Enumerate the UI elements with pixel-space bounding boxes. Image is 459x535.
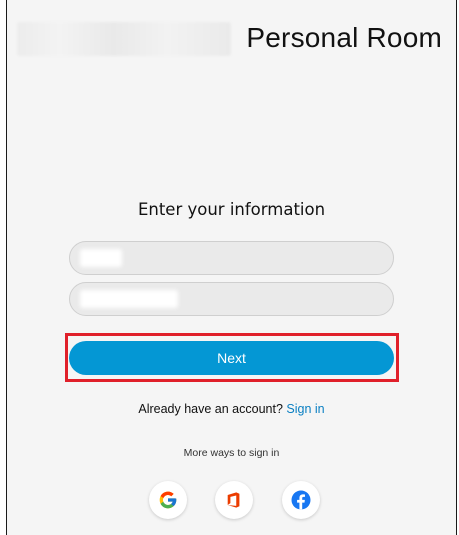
facebook-icon <box>291 490 311 510</box>
form-heading: Enter your information <box>137 200 326 219</box>
google-sign-in-button[interactable] <box>149 481 187 519</box>
office-icon <box>225 491 243 509</box>
header: Personal Room <box>7 0 456 78</box>
next-button[interactable]: Next <box>69 341 394 375</box>
google-icon <box>158 490 178 510</box>
page-title: Personal Room <box>246 22 442 53</box>
facebook-sign-in-button[interactable] <box>282 481 320 519</box>
existing-account-prompt: Already have an account? Sign in <box>7 402 456 416</box>
sign-in-link[interactable]: Sign in <box>286 402 324 416</box>
email-field[interactable] <box>69 282 394 316</box>
sign-in-window: Personal Room Enter your information Nex… <box>6 0 457 535</box>
name-input[interactable] <box>70 242 393 274</box>
more-ways-label: More ways to sign in <box>183 447 280 459</box>
email-input[interactable] <box>70 283 393 315</box>
office-sign-in-button[interactable] <box>215 481 253 519</box>
name-field[interactable] <box>69 241 394 275</box>
existing-account-text: Already have an account? <box>138 402 283 416</box>
redacted-host-name <box>17 22 231 56</box>
